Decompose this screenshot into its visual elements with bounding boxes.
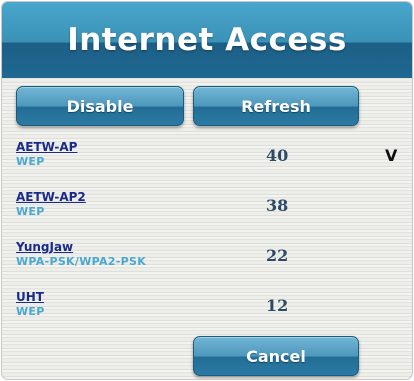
network-signal-strength: 40 bbox=[266, 146, 289, 165]
page-title: Internet Access bbox=[67, 22, 347, 58]
network-ssid-link[interactable]: UHT bbox=[16, 290, 44, 304]
network-row[interactable]: AETW-AP2 WEP 38 bbox=[2, 190, 412, 230]
network-row[interactable]: YungJaw WPA-PSK/WPA2-PSK 22 bbox=[2, 240, 412, 280]
network-security: WEP bbox=[16, 205, 45, 218]
cancel-button[interactable]: Cancel bbox=[193, 336, 359, 376]
refresh-button[interactable]: Refresh bbox=[193, 86, 359, 126]
network-row[interactable]: UHT WEP 12 bbox=[2, 290, 412, 330]
network-signal-strength: 22 bbox=[266, 246, 289, 265]
network-security: WEP bbox=[16, 155, 45, 168]
network-signal-strength: 38 bbox=[266, 196, 289, 215]
internet-access-dialog: Internet Access Disable Refresh AETW-AP … bbox=[2, 2, 412, 379]
network-ssid-link[interactable]: YungJaw bbox=[16, 240, 73, 254]
network-security: WPA-PSK/WPA2-PSK bbox=[16, 255, 147, 268]
network-security: WEP bbox=[16, 305, 45, 318]
network-ssid-link[interactable]: AETW-AP2 bbox=[16, 190, 86, 204]
network-row[interactable]: AETW-AP WEP 40 V bbox=[2, 140, 412, 180]
disable-button[interactable]: Disable bbox=[16, 86, 184, 126]
dialog-header: Internet Access bbox=[2, 2, 412, 78]
network-signal-strength: 12 bbox=[266, 296, 289, 315]
network-ssid-link[interactable]: AETW-AP bbox=[16, 140, 77, 154]
connected-check-mark: V bbox=[385, 146, 398, 165]
